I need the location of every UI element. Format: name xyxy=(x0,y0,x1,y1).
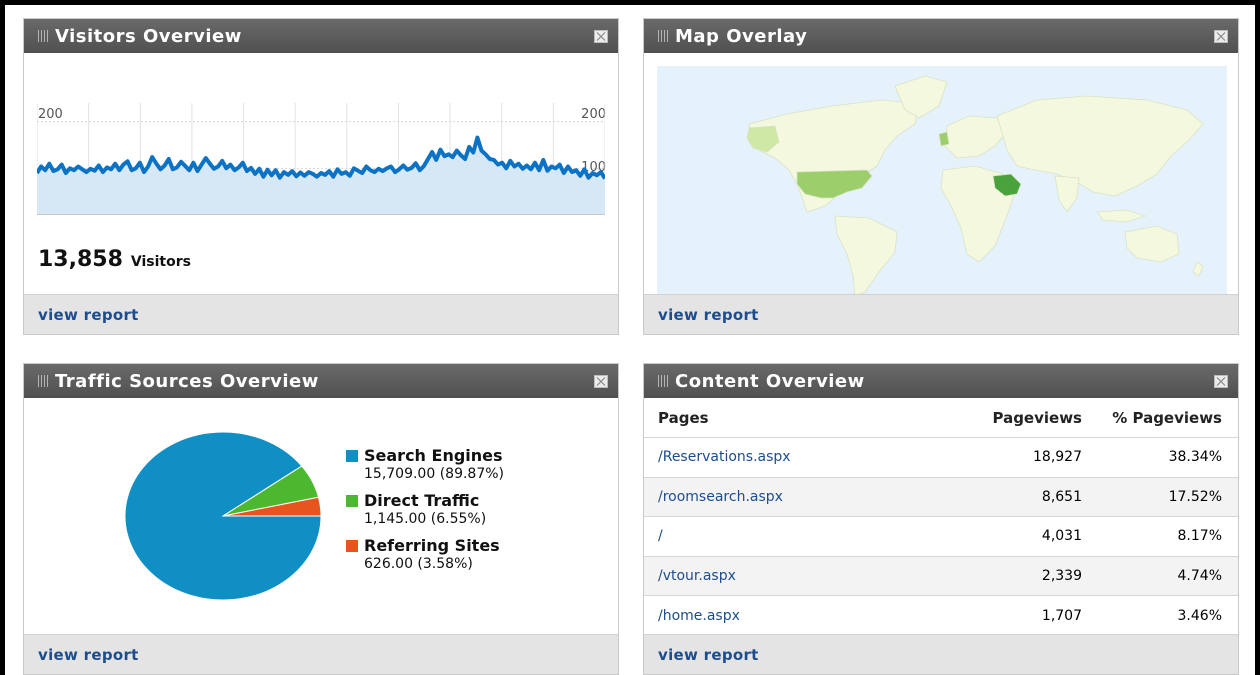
legend-value: 15,709.00 (89.87%) xyxy=(364,466,505,482)
world-map[interactable] xyxy=(657,66,1227,299)
content-widget: Content Overview Pages Pageviews % Pagev… xyxy=(643,363,1239,675)
pct-cell: 4.74% xyxy=(1177,567,1222,584)
map-asia xyxy=(996,95,1204,197)
pct-cell: 17.52% xyxy=(1168,488,1222,505)
table-row: /home.aspx 1,707 3.46% xyxy=(644,596,1238,636)
page-link[interactable]: /roomsearch.aspx xyxy=(658,489,783,505)
close-icon[interactable] xyxy=(1214,30,1228,43)
close-icon[interactable] xyxy=(594,375,608,388)
drag-handle-icon[interactable] xyxy=(658,375,668,387)
drag-handle-icon[interactable] xyxy=(38,375,48,387)
content-title: Content Overview xyxy=(675,370,865,392)
legend-item-referring[interactable]: Referring Sites 626.00 (3.58%) xyxy=(346,536,504,572)
legend-value: 1,145.00 (6.55%) xyxy=(364,511,487,527)
map-footer: view report xyxy=(644,294,1238,334)
legend-label: Referring Sites xyxy=(364,536,500,555)
legend-label: Search Engines xyxy=(364,446,503,465)
column-header-pageviews[interactable]: Pageviews xyxy=(954,409,1084,427)
legend-swatch xyxy=(346,494,358,507)
pageviews-cell: 8,651 xyxy=(1041,488,1082,505)
world-map-graphic xyxy=(746,75,1204,297)
traffic-title: Traffic Sources Overview xyxy=(55,370,319,392)
visitors-title: Visitors Overview xyxy=(55,25,242,47)
content-header[interactable]: Content Overview xyxy=(644,364,1238,398)
map-title: Map Overlay xyxy=(675,25,808,47)
pageviews-cell: 18,927 xyxy=(1033,449,1082,466)
page-link[interactable]: /Reservations.aspx xyxy=(658,449,791,465)
table-row: / 4,031 8.17% xyxy=(644,517,1238,557)
content-view-report-link[interactable]: view report xyxy=(658,646,759,664)
table-header-row: Pages Pageviews % Pageviews xyxy=(644,398,1238,438)
visitors-header[interactable]: Visitors Overview xyxy=(24,19,618,53)
map-india xyxy=(1054,175,1080,213)
pageviews-cell: 1,707 xyxy=(1041,607,1082,624)
close-icon[interactable] xyxy=(594,30,608,43)
legend-swatch xyxy=(346,449,358,462)
traffic-widget: Traffic Sources Overview Search Engines … xyxy=(23,363,619,675)
pct-cell: 8.17% xyxy=(1177,528,1222,545)
map-south-america xyxy=(834,215,898,297)
pct-cell: 3.46% xyxy=(1177,607,1222,624)
visitors-label: Visitors xyxy=(130,254,191,270)
pct-cell: 38.34% xyxy=(1168,449,1222,466)
column-header-pct-pageviews[interactable]: % Pageviews xyxy=(1084,409,1238,427)
map-indonesia xyxy=(1096,209,1147,223)
map-usa xyxy=(796,169,873,199)
pageviews-cell: 4,031 xyxy=(1041,528,1082,545)
legend-item-direct[interactable]: Direct Traffic 1,145.00 (6.55%) xyxy=(346,491,504,527)
close-icon[interactable] xyxy=(1214,375,1228,388)
visitors-view-report-link[interactable]: view report xyxy=(38,306,139,324)
visitors-widget: Visitors Overview 200 200 100 13,858 Vis… xyxy=(23,18,619,335)
table-row: /vtour.aspx 2,339 4.74% xyxy=(644,556,1238,596)
legend-swatch xyxy=(346,539,358,552)
content-table: Pages Pageviews % Pageviews /Reservation… xyxy=(644,398,1238,636)
dashboard: Visitors Overview 200 200 100 13,858 Vis… xyxy=(5,5,1255,675)
legend-value: 626.00 (3.58%) xyxy=(364,556,473,572)
visitors-total: 13,858 Visitors xyxy=(38,247,191,272)
map-uk xyxy=(938,131,950,147)
page-link[interactable]: /vtour.aspx xyxy=(658,568,736,584)
traffic-pie-chart[interactable] xyxy=(119,426,329,606)
legend-item-search[interactable]: Search Engines 15,709.00 (89.87%) xyxy=(346,446,504,482)
traffic-header[interactable]: Traffic Sources Overview xyxy=(24,364,618,398)
traffic-view-report-link[interactable]: view report xyxy=(38,646,139,664)
map-view-report-link[interactable]: view report xyxy=(658,306,759,324)
drag-handle-icon[interactable] xyxy=(658,30,668,42)
table-row: /Reservations.aspx 18,927 38.34% xyxy=(644,438,1238,478)
map-new-zealand xyxy=(1192,261,1204,277)
table-row: /roomsearch.aspx 8,651 17.52% xyxy=(644,477,1238,517)
map-europe xyxy=(944,115,1008,159)
visitors-area xyxy=(37,137,605,215)
page-link[interactable]: /home.aspx xyxy=(658,608,740,624)
visitors-chart xyxy=(37,103,605,215)
drag-handle-icon[interactable] xyxy=(38,30,48,42)
pageviews-cell: 2,339 xyxy=(1041,567,1082,584)
map-header[interactable]: Map Overlay xyxy=(644,19,1238,53)
page-link[interactable]: / xyxy=(658,528,663,544)
content-footer: view report xyxy=(644,634,1238,674)
column-header-pages[interactable]: Pages xyxy=(644,409,954,427)
visitors-footer: view report xyxy=(24,294,618,334)
traffic-legend: Search Engines 15,709.00 (89.87%) Direct… xyxy=(346,446,504,581)
legend-label: Direct Traffic xyxy=(364,491,480,510)
traffic-footer: view report xyxy=(24,634,618,674)
map-widget: Map Overlay view report xyxy=(643,18,1239,335)
map-australia xyxy=(1124,225,1180,263)
visitors-count: 13,858 xyxy=(38,247,123,272)
